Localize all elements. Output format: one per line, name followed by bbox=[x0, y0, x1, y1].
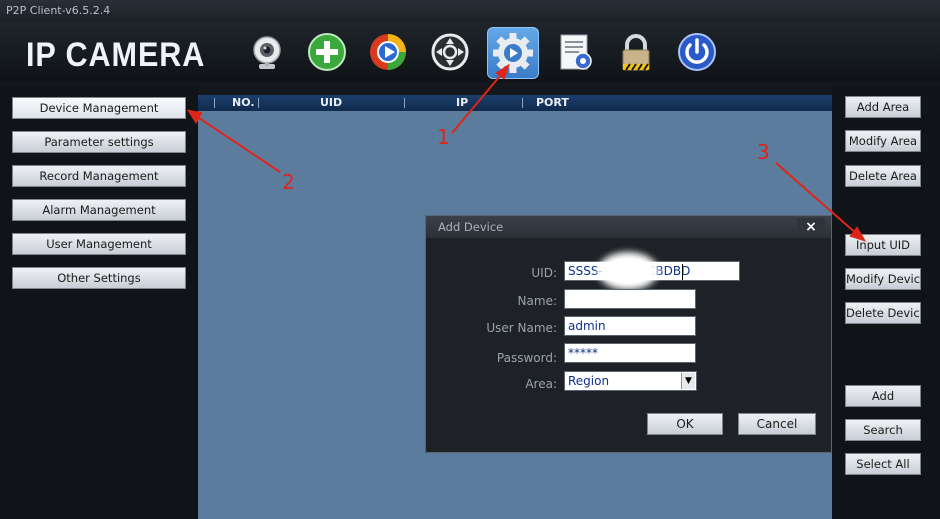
delete-area-button[interactable]: Delete Area bbox=[845, 165, 921, 187]
area-label: Area: bbox=[525, 377, 557, 391]
uid-input[interactable]: SSSS-S CBDBD bbox=[564, 261, 740, 281]
sidebar-item-device-management[interactable]: Device Management bbox=[12, 97, 186, 119]
playback-icon[interactable] bbox=[366, 31, 410, 75]
power-icon[interactable] bbox=[675, 31, 719, 75]
column-separator bbox=[522, 98, 523, 108]
app-window: P2P Client-v6.5.2.4 IP CAMERA Device Man… bbox=[0, 0, 940, 519]
annotation-step-2: 2 bbox=[282, 170, 295, 194]
sidebar-item-record-management[interactable]: Record Management bbox=[12, 165, 186, 187]
uid-value-end: CBDBD bbox=[647, 264, 691, 278]
search-button[interactable]: Search bbox=[845, 419, 921, 441]
log-document-icon[interactable] bbox=[553, 31, 597, 75]
column-separator bbox=[258, 98, 259, 108]
password-input[interactable]: ***** bbox=[564, 343, 696, 363]
add-area-button[interactable]: Add Area bbox=[845, 96, 921, 118]
lock-icon[interactable] bbox=[614, 31, 658, 75]
sidebar-item-alarm-management[interactable]: Alarm Management bbox=[12, 199, 186, 221]
add-button[interactable]: Add bbox=[845, 385, 921, 407]
uid-label: UID: bbox=[531, 266, 557, 280]
cancel-button[interactable]: Cancel bbox=[738, 413, 816, 435]
dialog-title: Add Device bbox=[426, 216, 831, 238]
user-name-input[interactable]: admin bbox=[564, 316, 696, 336]
area-selected-value: Region bbox=[568, 374, 610, 388]
ok-button[interactable]: OK bbox=[647, 413, 723, 435]
settings-gear-icon[interactable] bbox=[487, 27, 539, 79]
column-header-ip[interactable]: IP bbox=[456, 96, 468, 109]
text-caret bbox=[682, 264, 683, 280]
redacted-blur bbox=[604, 258, 652, 284]
name-label: Name: bbox=[517, 294, 557, 308]
webcam-icon[interactable] bbox=[245, 31, 289, 75]
chevron-down-icon[interactable]: ▼ bbox=[681, 373, 695, 389]
modify-device-button[interactable]: Modify Device bbox=[845, 268, 921, 290]
ptz-control-icon[interactable] bbox=[428, 31, 472, 75]
annotation-step-3: 3 bbox=[757, 140, 770, 164]
name-input[interactable] bbox=[564, 289, 696, 309]
area-select[interactable]: Region ▼ bbox=[564, 371, 697, 391]
column-header-uid[interactable]: UID bbox=[320, 96, 342, 109]
close-icon[interactable]: × bbox=[797, 218, 825, 236]
column-header-no[interactable]: NO. bbox=[232, 96, 255, 109]
annotation-step-1: 1 bbox=[437, 125, 450, 149]
modify-area-button[interactable]: Modify Area bbox=[845, 130, 921, 152]
add-icon[interactable] bbox=[305, 31, 349, 75]
sidebar-item-other-settings[interactable]: Other Settings bbox=[12, 267, 186, 289]
app-logo: IP CAMERA bbox=[26, 36, 206, 74]
column-header-port[interactable]: PORT bbox=[536, 96, 569, 109]
sidebar-item-user-management[interactable]: User Management bbox=[12, 233, 186, 255]
user-name-label: User Name: bbox=[486, 321, 557, 335]
window-title: P2P Client-v6.5.2.4 bbox=[0, 0, 940, 22]
sidebar-item-parameter-settings[interactable]: Parameter settings bbox=[12, 131, 186, 153]
select-all-button[interactable]: Select All bbox=[845, 453, 921, 475]
column-separator bbox=[404, 98, 405, 108]
column-separator bbox=[214, 98, 215, 108]
password-label: Password: bbox=[496, 351, 557, 365]
input-uid-button[interactable]: Input UID bbox=[845, 234, 921, 256]
table-header: NO. UID IP PORT bbox=[198, 95, 832, 111]
delete-device-button[interactable]: Delete Device bbox=[845, 302, 921, 324]
